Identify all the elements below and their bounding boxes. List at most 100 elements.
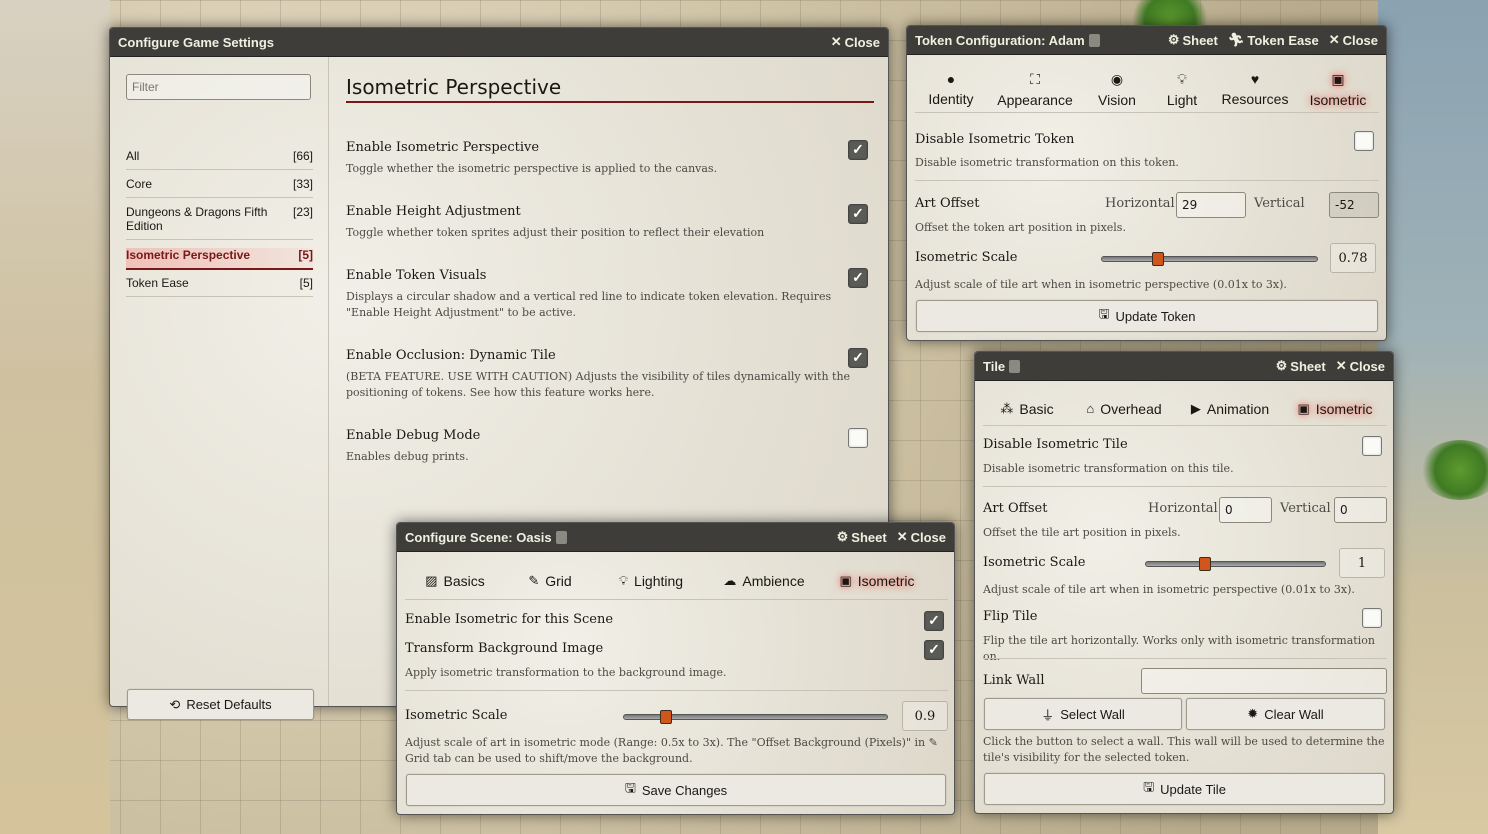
disable-isometric-tile-label: Disable Isometric Tile [983, 437, 1128, 452]
setting-checkbox[interactable]: ✓ [848, 348, 868, 368]
slider-handle[interactable] [660, 710, 673, 724]
disable-isometric-token-label: Disable Isometric Token [915, 132, 1075, 147]
close-button[interactable]: ✕ Close [1329, 32, 1378, 48]
horizontal-offset-input[interactable]: 29 [1176, 192, 1246, 218]
tab-lighting[interactable]: 💡︎ Lighting [595, 563, 707, 599]
map-background-right [1378, 0, 1488, 834]
burst-icon: ✹ [1247, 706, 1259, 721]
tab-resources[interactable]: ♥ Resources [1213, 66, 1297, 112]
vertical-label: Vertical [1280, 501, 1331, 516]
close-icon: ✕ [896, 529, 908, 544]
category-token-ease[interactable]: Token Ease [5] [126, 276, 313, 297]
sheet-button[interactable]: ⚙ Sheet [1168, 32, 1218, 48]
close-button[interactable]: ✕ Close [897, 529, 946, 545]
isometric-scale-label: Isometric Scale [983, 555, 1086, 570]
close-button[interactable]: ✕ Close [831, 34, 880, 50]
isometric-scale-slider[interactable] [1101, 252, 1318, 266]
enable-isometric-scene-checkbox[interactable]: ✓ [924, 611, 944, 631]
divider [915, 180, 1379, 181]
category-dnd5e[interactable]: Dungeons & Dragons Fifth Edition [23] [126, 205, 313, 240]
close-icon: ✕ [830, 34, 842, 49]
category-all[interactable]: All [66] [126, 149, 313, 170]
tab-isometric[interactable]: ▣ Isometric [821, 563, 933, 599]
category-core[interactable]: Core [33] [126, 177, 313, 198]
lightbulb-icon: 💡︎ [1177, 70, 1187, 87]
window-header[interactable]: Configure Scene: Oasis ⚙ Sheet ✕ Close [397, 523, 954, 552]
scale-hint: Adjust scale of tile art when in isometr… [983, 583, 1355, 596]
vertical-offset-input[interactable]: 0 [1334, 497, 1387, 523]
tab-basics[interactable]: ▨ Basics [405, 563, 505, 599]
setting-height-adjustment: Enable Height Adjustment ✓ Toggle whethe… [346, 204, 874, 241]
divider [983, 486, 1387, 487]
settings-sidebar: Filter All [66] Core [33] Dungeons & Drago… [110, 57, 329, 720]
reset-defaults-button[interactable]: ⟲ Reset Defaults [127, 689, 314, 720]
tab-grid[interactable]: ✎ Grid [505, 563, 595, 599]
disable-hint: Disable isometric transformation on this… [915, 156, 1179, 169]
update-tile-button[interactable]: 🖫 Update Tile [984, 773, 1385, 805]
scale-hint: Adjust scale of art in isometric mode (R… [405, 736, 938, 765]
setting-checkbox[interactable]: ✓ [848, 204, 868, 224]
art-offset-label: Art Offset [983, 501, 1048, 516]
scale-value: 0.78 [1330, 243, 1376, 273]
filter-input[interactable]: Filter [126, 74, 311, 100]
select-wall-button[interactable]: ⏚ Select Wall [984, 698, 1182, 730]
token-config-window: Token Configuration: Adam ⚙ Sheet 🏃︎ Token… [906, 25, 1387, 341]
setting-checkbox[interactable]: ✓ [848, 268, 868, 288]
vertical-offset-input[interactable]: -52 [1329, 192, 1379, 218]
token-ease-button[interactable]: 🏃︎ Token Ease [1228, 32, 1319, 48]
setting-checkbox[interactable]: ✓ [848, 140, 868, 160]
save-icon: 🖫 [1098, 306, 1110, 321]
scale-value: 1 [1339, 548, 1385, 578]
undo-icon: ⟲ [169, 696, 181, 712]
horizontal-label: Horizontal [1148, 501, 1218, 516]
wall-hint: Click the button to select a wall. This … [983, 735, 1385, 764]
window-header[interactable]: Configure Game Settings ✕ Close [110, 28, 888, 57]
tab-animation[interactable]: ▶ Animation [1177, 392, 1283, 425]
tab-isometric[interactable]: ▣ Isometric [1297, 66, 1379, 112]
document-icon [1009, 359, 1021, 373]
tab-ambience[interactable]: ☁ Ambience [707, 563, 821, 599]
heart-icon: ♥ [1250, 71, 1260, 87]
clear-wall-button[interactable]: ✹ Clear Wall [1186, 698, 1385, 730]
tile-tabs: ⁂ Basic ⌂ Overhead ▶ Animation ▣ Isometric [983, 392, 1387, 426]
close-icon: ✕ [1335, 358, 1347, 373]
slider-handle[interactable] [1151, 252, 1164, 266]
disable-isometric-tile-checkbox[interactable] [1362, 436, 1382, 456]
sheet-button[interactable]: ⚙ Sheet [837, 529, 887, 545]
transform-background-checkbox[interactable]: ✓ [924, 640, 944, 660]
tab-overhead[interactable]: ⌂ Overhead [1071, 392, 1177, 425]
disable-hint: Disable isometric transformation on this… [983, 462, 1234, 475]
link-wall-input[interactable] [1141, 668, 1387, 694]
window-header[interactable]: Tile ⚙ Sheet ✕ Close [975, 352, 1393, 381]
window-header[interactable]: Token Configuration: Adam ⚙ Sheet 🏃︎ Token… [907, 26, 1386, 55]
tab-isometric[interactable]: ▣ Isometric [1283, 392, 1387, 425]
plug-icon: ⏚ [1041, 707, 1055, 723]
tab-basic[interactable]: ⁂ Basic [983, 392, 1071, 425]
isometric-scale-slider[interactable] [623, 710, 888, 724]
horizontal-offset-input[interactable]: 0 [1219, 497, 1272, 523]
slider-handle[interactable] [1199, 557, 1212, 571]
tab-light[interactable]: 💡︎ Light [1151, 66, 1213, 112]
close-button[interactable]: ✕ Close [1336, 358, 1385, 374]
divider [405, 690, 948, 691]
flip-tile-checkbox[interactable] [1362, 608, 1382, 628]
save-changes-button[interactable]: 🖫 Save Changes [406, 774, 946, 806]
transform-hint: Apply isometric transformation to the ba… [405, 666, 727, 679]
gear-icon: ⚙ [836, 529, 849, 544]
tab-vision[interactable]: ◉ Vision [1083, 66, 1151, 112]
sheet-button[interactable]: ⚙ Sheet [1276, 358, 1326, 374]
category-isometric-perspective[interactable]: Isometric Perspective [5] [126, 248, 313, 270]
tab-appearance[interactable]: ⛶ Appearance [987, 66, 1083, 112]
horizontal-label: Horizontal [1105, 196, 1175, 211]
update-token-button[interactable]: 🖫 Update Token [916, 300, 1378, 332]
ruler-icon: ✎ [928, 736, 938, 749]
setting-checkbox[interactable] [848, 428, 868, 448]
isometric-scale-slider[interactable] [1145, 557, 1326, 571]
tab-identity[interactable]: ● Identity [915, 66, 987, 112]
disable-isometric-token-checkbox[interactable] [1354, 131, 1374, 151]
isometric-scale-label: Isometric Scale [915, 250, 1018, 265]
tile-config-window: Tile ⚙ Sheet ✕ Close ⁂ Basic ⌂ Overhead ▶ Ani… [974, 351, 1394, 814]
image-icon: ▨ [425, 573, 438, 588]
vertical-label: Vertical [1254, 196, 1305, 211]
token-tabs: ● Identity ⛶ Appearance ◉ Vision 💡︎ Light ♥ R… [915, 66, 1379, 113]
